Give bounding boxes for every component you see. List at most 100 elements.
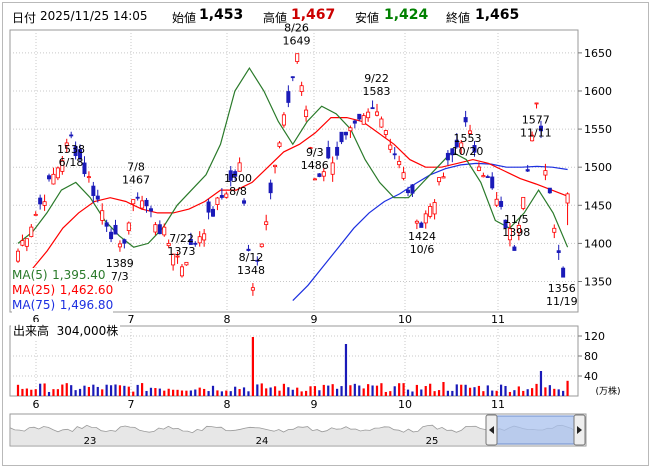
- volume-bar: [78, 388, 82, 396]
- peak-value-label: 1348: [237, 264, 265, 277]
- volume-bar: [304, 390, 308, 396]
- volume-bar: [43, 383, 46, 396]
- price-y-tick-label: 1400: [584, 237, 612, 250]
- trough-date-label: 10/6: [410, 243, 435, 256]
- volume-bar: [420, 389, 423, 396]
- trough-date-label: 11/11: [520, 127, 552, 140]
- volume-bar: [362, 388, 365, 396]
- volume-x-tick-label: 9: [311, 398, 318, 411]
- candle-body: [565, 193, 570, 204]
- candle-body: [485, 176, 490, 178]
- peak-date-label: 9/22: [364, 72, 389, 85]
- trough-date-label: 8/8: [229, 185, 247, 198]
- volume-bar: [539, 371, 543, 396]
- volume-bar: [531, 388, 534, 396]
- volume-bar: [473, 387, 476, 396]
- price-y-tick-label: 1550: [584, 123, 612, 136]
- volume-bar: [118, 385, 122, 396]
- candle-body: [268, 182, 273, 194]
- candle-body: [131, 199, 136, 205]
- candle-body: [423, 213, 428, 224]
- volume-bar: [220, 391, 223, 396]
- volume-bar: [25, 388, 28, 396]
- volume-bar: [96, 386, 99, 396]
- navigator-label: 24: [256, 436, 269, 447]
- volume-bar: [455, 384, 458, 396]
- candle-body: [534, 102, 539, 105]
- candle-body: [237, 162, 242, 172]
- volume-bar: [136, 384, 139, 396]
- candle-body: [397, 161, 402, 166]
- volume-bar: [380, 383, 383, 396]
- candle-body: [153, 224, 158, 233]
- ma75-legend: MA(75) 1,496.80: [12, 298, 114, 313]
- volume-bar: [429, 383, 432, 396]
- volume-bar: [198, 387, 201, 396]
- candle-body: [24, 238, 29, 247]
- volume-bar: [273, 386, 277, 396]
- volume-x-tick-label: 11: [491, 398, 505, 411]
- volume-bar: [123, 385, 126, 396]
- volume-bar: [327, 385, 330, 396]
- volume-bar: [34, 389, 37, 396]
- volume-bar: [176, 389, 179, 396]
- candle-body: [264, 221, 269, 225]
- volume-bar: [331, 384, 334, 396]
- volume-bar: [92, 384, 95, 396]
- volume-bar: [16, 384, 20, 396]
- candle-body: [441, 176, 446, 179]
- volume-bar: [251, 337, 254, 396]
- price-x-tick-label: 8: [224, 313, 231, 326]
- candle-body: [122, 239, 127, 244]
- volume-bar: [61, 384, 64, 396]
- volume-y-tick-label: 80: [584, 350, 598, 363]
- trough-value-label: 1424: [408, 230, 436, 243]
- volume-bar: [247, 391, 250, 396]
- candle-body: [273, 164, 278, 168]
- navigator-label: 25: [426, 436, 439, 447]
- candle-body: [15, 250, 20, 262]
- volume-bar: [291, 389, 294, 396]
- volume-bar: [242, 387, 246, 396]
- volume-bar: [486, 385, 489, 396]
- peak-date-label: 9/3: [306, 146, 324, 159]
- volume-bar: [296, 387, 299, 396]
- volume-bar: [70, 385, 73, 396]
- volume-bar: [398, 383, 401, 396]
- peak-date-label: 7/22: [169, 232, 194, 245]
- price-y-tick-label: 1600: [584, 85, 612, 98]
- candle-body: [250, 287, 255, 291]
- volume-info: 出来高 304,000株: [11, 322, 121, 339]
- candle-body: [494, 198, 499, 206]
- candle-body: [419, 222, 424, 228]
- candle-body: [445, 152, 450, 161]
- candle-body: [281, 114, 286, 126]
- price-x-tick-label: 7: [128, 313, 135, 326]
- candle-body: [525, 169, 530, 172]
- volume-bar: [140, 383, 144, 396]
- volume-bar: [336, 388, 339, 396]
- candle-body: [29, 226, 34, 237]
- navigator-range-window[interactable]: [496, 415, 575, 445]
- candle-body: [357, 113, 362, 120]
- volume-bar: [158, 388, 161, 396]
- volume-bar: [504, 385, 507, 396]
- trough-date-label: 7/3: [111, 270, 129, 283]
- candle-body: [326, 147, 331, 159]
- volume-bar: [39, 383, 42, 396]
- candle-body: [242, 200, 247, 204]
- volume-bar: [446, 390, 450, 396]
- peak-value-label: 1649: [282, 35, 310, 48]
- volume-x-tick-label: 6: [33, 398, 40, 411]
- candle-body: [321, 171, 326, 177]
- trough-value-label: 1553: [454, 132, 482, 145]
- volume-bar: [194, 389, 197, 396]
- candle-body: [219, 195, 224, 198]
- price-x-tick-label: 9: [311, 313, 318, 326]
- volume-bar: [114, 384, 117, 396]
- volume-bar: [433, 391, 436, 396]
- candle-body: [95, 195, 100, 200]
- volume-bar: [52, 389, 55, 396]
- trough-value-label: 1500: [224, 172, 252, 185]
- volume-bar: [269, 387, 272, 396]
